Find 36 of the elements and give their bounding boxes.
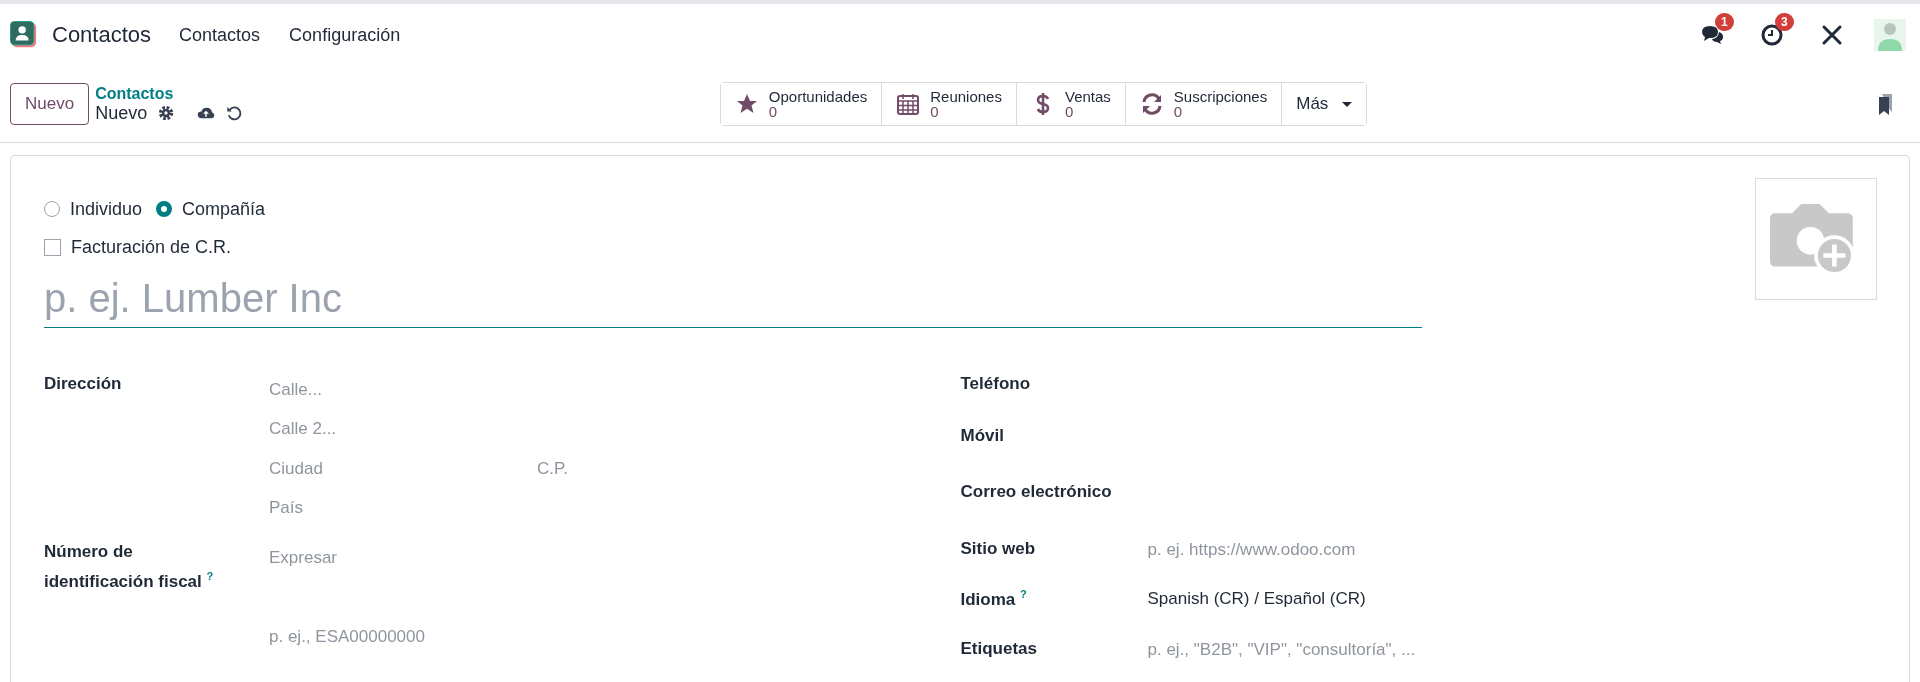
field-label: Dirección: [44, 373, 123, 395]
breadcrumb-link[interactable]: Contactos: [95, 84, 244, 103]
street2-field[interactable]: Calle 2...: [269, 409, 529, 449]
smart-button[interactable]: Oportunidades 0: [720, 83, 883, 125]
input-field[interactable]: p. ej. https://www.odoo.com: [1147, 535, 1648, 564]
field-label: Correo electrónico: [960, 481, 1113, 503]
input-field[interactable]: p. ej., "B2B", "VIP", "consultoría", ...: [1147, 635, 1648, 664]
name-input-field[interactable]: p. ej. Lumber Inc: [44, 270, 1422, 328]
checkbox[interactable]: [44, 238, 61, 256]
count-badge: 1: [1715, 13, 1734, 31]
field-label: Teléfono: [960, 373, 1032, 395]
tax-type-field[interactable]: Expresar: [269, 538, 529, 578]
undo-icon[interactable]: [225, 104, 244, 122]
language-field[interactable]: Spanish (CR) / Español (CR): [1147, 585, 1366, 614]
menu-item[interactable]: Configuración: [289, 24, 401, 46]
zip-field[interactable]: C.P.: [537, 449, 797, 489]
app-logo-icon[interactable]: [10, 21, 38, 49]
radio-label: Individuo: [70, 198, 143, 220]
breadcrumb-current: Nuevo: [95, 102, 148, 124]
field-label: Número de identificación fiscal $^{?}$: [44, 541, 215, 593]
field-label: Móvil: [960, 425, 1005, 447]
calendar-icon: [896, 92, 921, 116]
field-label: Sitio web: [960, 538, 1037, 560]
checkbox-label: Facturación de C.R.: [71, 236, 232, 258]
new-button[interactable]: Nuevo: [10, 83, 90, 125]
country-field[interactable]: País: [269, 488, 529, 528]
radio-button[interactable]: [156, 201, 173, 217]
radio-label: Compañía: [182, 198, 266, 220]
menu-item[interactable]: Contactos: [179, 24, 261, 46]
field-label: Idioma $^{?}$: [960, 587, 1028, 611]
app-title[interactable]: Contactos: [52, 22, 152, 48]
tax-id-field[interactable]: p. ej., ESA00000000: [269, 617, 529, 657]
field-label: Etiquetas: [960, 638, 1039, 660]
count-badge: 3: [1775, 13, 1794, 31]
city-field[interactable]: Ciudad: [269, 449, 529, 489]
street-field[interactable]: Calle...: [269, 370, 529, 410]
